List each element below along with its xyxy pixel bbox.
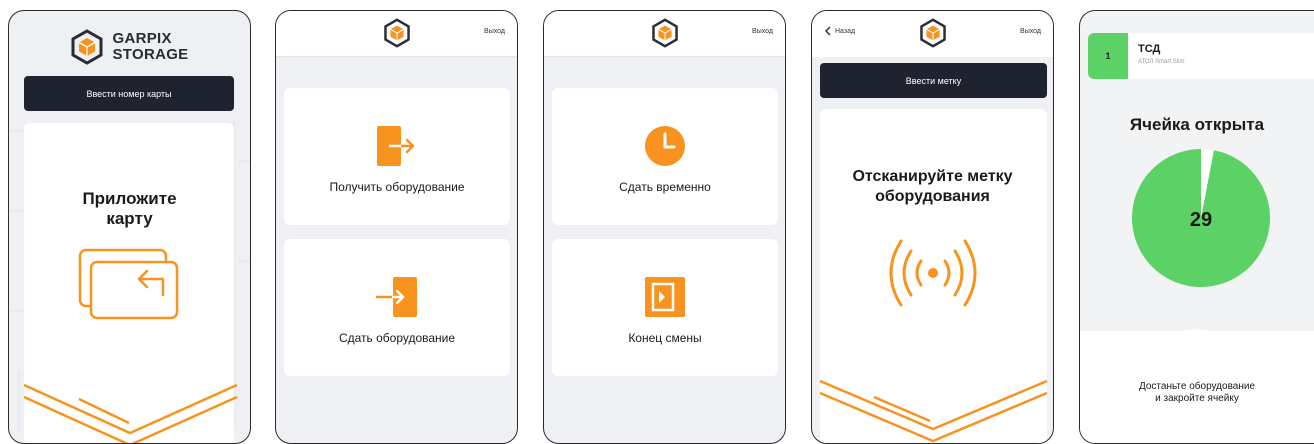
device-header: 1 ТСД АТОЛ Smart.Slim bbox=[1088, 33, 1314, 79]
menu-item-label: Конец смены bbox=[628, 331, 702, 345]
cell-number-badge: 1 bbox=[1088, 33, 1128, 79]
screen-return-menu: Выход Сдать временно Конец смены bbox=[543, 10, 786, 444]
menu-item-label: Сдать временно bbox=[619, 180, 711, 194]
device-title: ТСД bbox=[1138, 43, 1161, 55]
garpix-cube-icon bbox=[919, 18, 946, 48]
enter-tag-button[interactable]: Ввести метку bbox=[820, 63, 1047, 98]
menu-item-return-temporarily[interactable]: Сдать временно bbox=[552, 88, 778, 225]
arrow-out-of-door-icon bbox=[377, 126, 415, 166]
prompt-line-1: Отсканируйте метку bbox=[852, 168, 1013, 185]
clock-icon bbox=[645, 126, 685, 166]
card-tap-icon bbox=[78, 248, 179, 320]
menu-item-label: Получить оборудование bbox=[329, 180, 465, 194]
arrow-into-door-icon bbox=[375, 277, 417, 317]
top-bar: Выход bbox=[544, 11, 785, 57]
prompt-title: Приложите карту bbox=[9, 189, 250, 229]
prompt-line-2: карту bbox=[106, 209, 153, 228]
exit-link[interactable]: Выход bbox=[484, 28, 505, 35]
prompt-title: Отсканируйте метку оборудования bbox=[812, 167, 1053, 207]
screen-card-login: GARPIX STORAGE Ввести номер карты Прилож… bbox=[8, 10, 251, 444]
garpix-cube-icon bbox=[71, 29, 103, 65]
countdown-timer: 29 bbox=[1132, 149, 1271, 287]
decorative-chevron bbox=[23, 383, 238, 443]
chevron-left-icon bbox=[824, 26, 831, 36]
nfc-signal-icon bbox=[889, 239, 977, 307]
top-bar: Выход bbox=[276, 11, 517, 57]
enter-card-number-button[interactable]: Ввести номер карты bbox=[24, 76, 234, 111]
menu-item-label: Сдать оборудование bbox=[338, 331, 456, 345]
exit-link[interactable]: Выход bbox=[752, 28, 773, 35]
logo-text-line2: STORAGE bbox=[112, 46, 189, 63]
instruction-line-1: Достаньте оборудование bbox=[1138, 381, 1256, 392]
garpix-cube-icon bbox=[651, 18, 678, 48]
exit-link[interactable]: Выход bbox=[1020, 28, 1041, 35]
back-label: Назад bbox=[835, 27, 856, 35]
timer-value: 29 bbox=[1190, 209, 1212, 231]
screen-equipment-menu: Выход Получить оборудование Сдать оборуд… bbox=[275, 10, 518, 444]
screen-scan-tag: Назад Выход Ввести метку Отсканируйте ме… bbox=[811, 10, 1054, 444]
back-button[interactable]: Назад bbox=[824, 26, 855, 36]
garpix-cube-icon bbox=[383, 18, 410, 48]
prompt-line-2: оборудования bbox=[875, 188, 990, 205]
cell-status-title: Ячейка открыта bbox=[1129, 115, 1265, 134]
brand-logo: GARPIX STORAGE bbox=[9, 29, 250, 65]
menu-item-get-equipment[interactable]: Получить оборудование bbox=[284, 88, 510, 225]
logo-text-line1: GARPIX bbox=[112, 30, 172, 47]
menu-item-return-equipment[interactable]: Сдать оборудование bbox=[284, 239, 510, 376]
menu-item-end-shift[interactable]: Конец смены bbox=[552, 239, 778, 376]
screen-cell-open: 1 ТСД АТОЛ Smart.Slim Ячейка открыта 29 … bbox=[1079, 10, 1314, 444]
instruction-line-2: и закройте ячейку bbox=[1155, 393, 1239, 404]
device-subtitle: АТОЛ Smart.Slim bbox=[1138, 59, 1185, 65]
end-shift-door-icon bbox=[645, 277, 685, 317]
instruction-text: Достаньте оборудование и закройте ячейку bbox=[1080, 381, 1314, 405]
top-bar: Назад Выход bbox=[812, 11, 1053, 57]
prompt-line-1: Приложите bbox=[82, 189, 177, 208]
decorative-chevron bbox=[819, 379, 1048, 443]
